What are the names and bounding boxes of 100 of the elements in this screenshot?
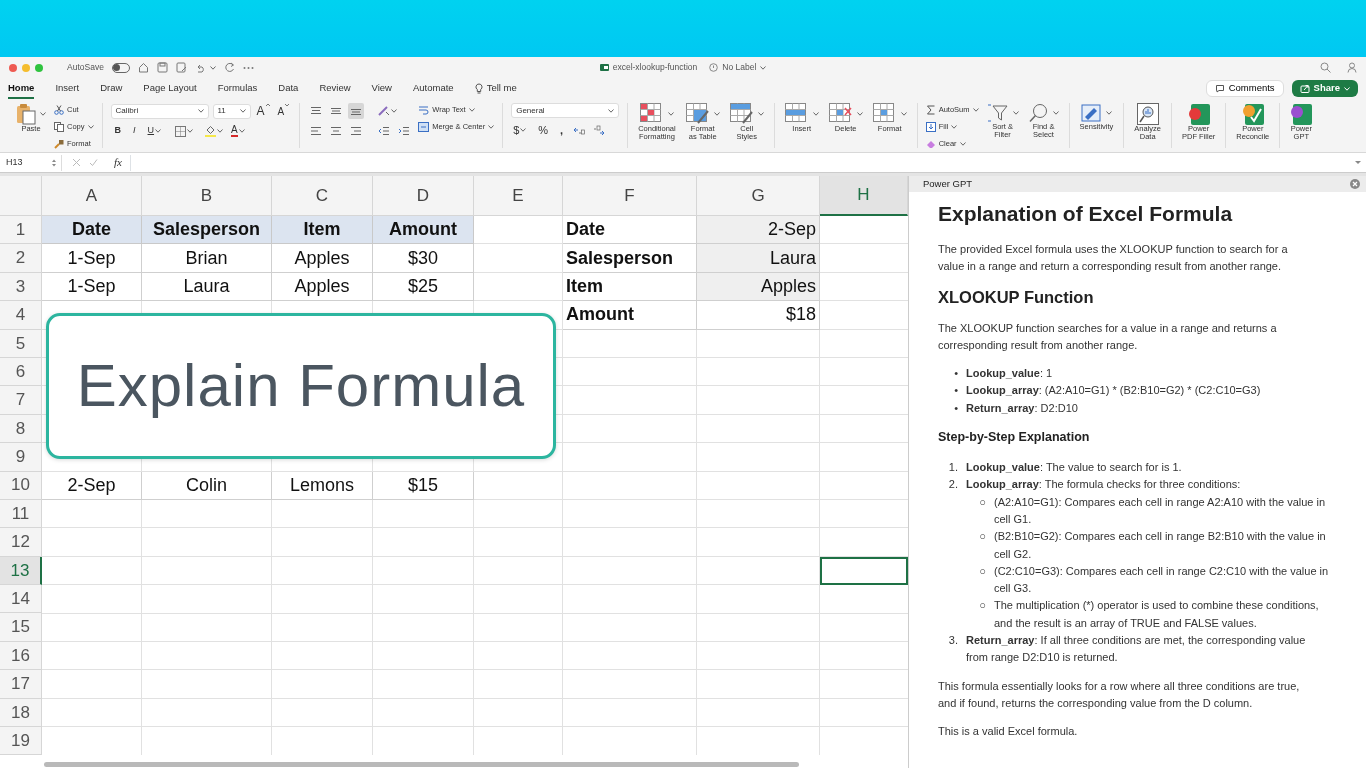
font-size-field[interactable]: 11 (212, 103, 251, 119)
column-header[interactable]: C (272, 176, 373, 216)
caret-icon[interactable] (1012, 111, 1019, 115)
caret-icon[interactable] (187, 129, 194, 133)
row-header[interactable]: 7 (0, 386, 42, 415)
caret-icon[interactable] (667, 112, 674, 116)
row-header[interactable]: 10 (0, 471, 42, 500)
underline-button[interactable]: U (143, 123, 166, 139)
person-icon[interactable] (1347, 62, 1358, 73)
selected-cell[interactable] (820, 556, 908, 586)
increase-indent-icon[interactable] (398, 126, 411, 136)
caret-icon[interactable] (40, 112, 46, 116)
caret-icon[interactable] (856, 112, 863, 116)
caret-icon[interactable] (713, 112, 720, 116)
row-header[interactable]: 12 (0, 528, 42, 557)
caret-icon[interactable] (757, 112, 764, 116)
row-header[interactable]: 8 (0, 414, 42, 444)
row-header[interactable]: 5 (0, 329, 42, 358)
borders-button[interactable] (173, 123, 196, 139)
bold-button[interactable]: B (110, 123, 125, 139)
caret-icon[interactable] (209, 65, 216, 70)
row-header[interactable]: 13 (0, 556, 42, 586)
ribbon-tab[interactable]: Review (319, 77, 351, 100)
column-header[interactable]: F (563, 176, 697, 216)
fill-color-button[interactable] (203, 123, 226, 139)
caret-icon[interactable] (197, 109, 204, 113)
percent-button[interactable]: % (536, 122, 551, 138)
row-header[interactable]: 15 (0, 613, 42, 642)
caret-icon[interactable] (760, 65, 767, 70)
caret-icon[interactable] (608, 108, 615, 113)
row-header[interactable]: 2 (0, 244, 42, 273)
expand-icon[interactable] (1354, 160, 1362, 165)
caret-icon[interactable] (217, 129, 224, 133)
row-header[interactable]: 1 (0, 216, 42, 245)
decrease-decimal-icon[interactable] (593, 125, 606, 135)
more-icon[interactable] (242, 65, 254, 70)
caret-icon[interactable] (1106, 111, 1113, 115)
save-icon[interactable] (156, 62, 168, 73)
decrease-indent-icon[interactable] (378, 126, 391, 136)
ribbon-tab[interactable]: Insert (55, 77, 80, 100)
comments-button[interactable]: Comments (1205, 80, 1284, 97)
align-right-icon[interactable] (350, 126, 363, 136)
close-icon[interactable] (9, 63, 17, 72)
caret-icon[interactable] (238, 129, 245, 133)
ribbon-tab[interactable]: Data (278, 77, 299, 100)
row-header[interactable]: 3 (0, 272, 42, 302)
row-header[interactable]: 18 (0, 698, 42, 728)
ribbon-tab[interactable]: Page Layout (143, 77, 197, 100)
ribbon-tab[interactable]: Formulas (217, 77, 258, 100)
font-name-field[interactable]: Calibri (110, 103, 209, 119)
column-header[interactable]: B (142, 176, 272, 216)
comma-style-button[interactable]: , (558, 122, 566, 138)
search-icon[interactable] (1320, 62, 1331, 73)
row-header[interactable]: 11 (0, 499, 42, 529)
decrease-font-size-button[interactable]: A (275, 103, 292, 119)
caret-icon[interactable] (155, 129, 162, 133)
italic-button[interactable]: I (129, 123, 140, 139)
home-icon[interactable] (137, 62, 149, 73)
caret-icon[interactable] (812, 112, 819, 116)
caret-icon[interactable] (959, 141, 966, 146)
row-header[interactable]: 19 (0, 727, 42, 756)
column-header[interactable]: A (42, 176, 142, 216)
stepper-icon[interactable] (51, 157, 57, 168)
insert-function-button[interactable]: fx (114, 154, 122, 171)
row-header[interactable]: 9 (0, 443, 42, 472)
column-header[interactable]: E (474, 176, 563, 216)
save-edit-icon[interactable] (175, 62, 187, 73)
ribbon-tab[interactable]: View (371, 77, 392, 100)
caret-icon[interactable] (1052, 111, 1059, 115)
tell-me-button[interactable]: Tell me (474, 81, 517, 96)
row-header[interactable]: 4 (0, 301, 42, 330)
currency-button[interactable]: $ (511, 122, 529, 138)
ribbon-tab[interactable]: Automate (412, 77, 454, 100)
caret-icon[interactable] (391, 109, 398, 113)
ribbon-tab[interactable]: Draw (100, 77, 123, 100)
caret-icon[interactable] (951, 124, 958, 129)
row-header[interactable]: 14 (0, 585, 42, 614)
sensitivity-label-button[interactable]: No Label (709, 61, 767, 74)
row-header[interactable]: 17 (0, 670, 42, 699)
caret-icon[interactable] (87, 124, 94, 129)
align-left-icon[interactable] (310, 126, 323, 136)
share-button[interactable]: Share (1291, 80, 1358, 97)
number-format-field[interactable]: General (511, 103, 620, 118)
row-header[interactable]: 6 (0, 357, 42, 387)
column-header[interactable]: G (697, 176, 820, 216)
increase-font-size-button[interactable]: A (254, 103, 272, 119)
align-bottom-button[interactable] (348, 103, 365, 119)
column-header[interactable]: D (373, 176, 474, 216)
horizontal-scrollbar[interactable] (44, 762, 799, 767)
align-center-icon[interactable] (330, 126, 343, 136)
name-box[interactable]: H13 (2, 154, 62, 171)
increase-decimal-icon[interactable] (573, 125, 586, 135)
column-header[interactable]: H (820, 176, 908, 216)
caret-icon[interactable] (468, 107, 475, 112)
redo-icon[interactable] (223, 62, 235, 73)
caret-icon[interactable] (488, 124, 495, 129)
caret-icon[interactable] (520, 128, 527, 132)
caret-icon[interactable] (972, 107, 979, 112)
caret-icon[interactable] (239, 109, 246, 113)
font-color-button[interactable]: A (229, 123, 247, 139)
